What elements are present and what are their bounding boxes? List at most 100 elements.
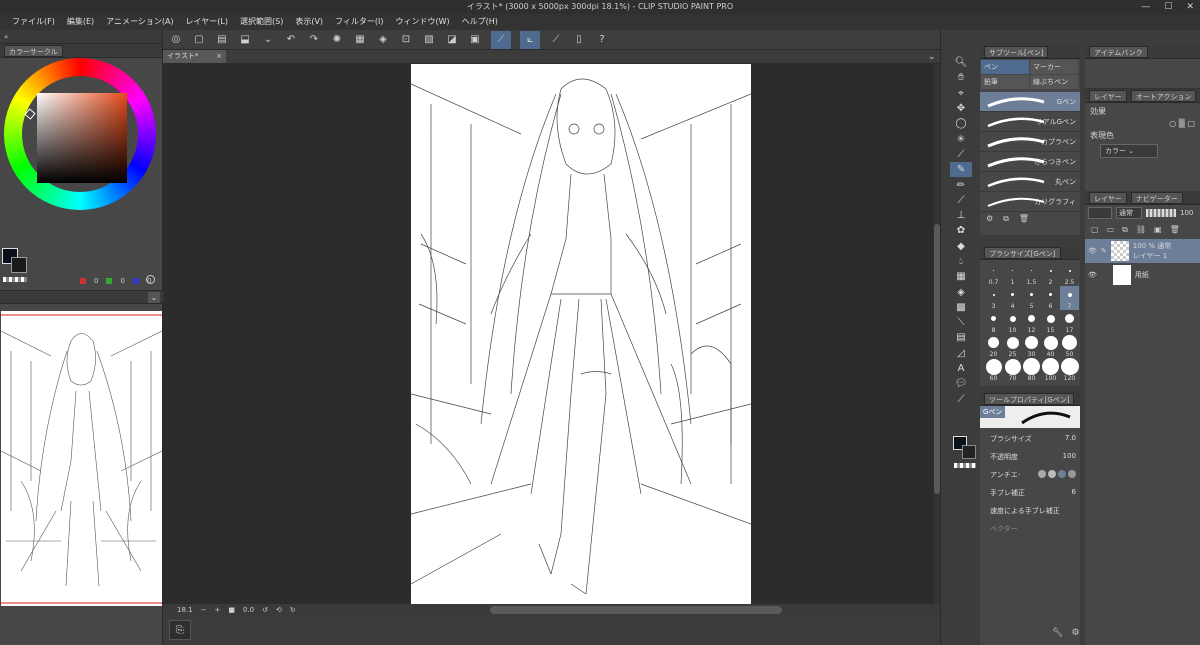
zoom-out-icon[interactable]: − [201, 606, 207, 614]
expression-color-select[interactable]: カラー ⌄ [1100, 144, 1158, 158]
size-preset[interactable]: 40 [1041, 334, 1060, 358]
size-preset[interactable]: 1 [1003, 262, 1022, 286]
frame-icon[interactable]: ▤ [950, 330, 972, 345]
document-tab[interactable]: イラスト* × [163, 50, 226, 63]
tab-close-icon[interactable]: × [216, 50, 222, 63]
eye-icon[interactable]: 👁︎ [1088, 247, 1097, 255]
saturation-value-square[interactable] [37, 93, 127, 183]
group-pen[interactable]: ペン [981, 60, 1029, 74]
layer-color-select[interactable] [1088, 207, 1112, 219]
navigator-preview[interactable] [1, 311, 162, 606]
size-preset[interactable]: 2 [1041, 262, 1060, 286]
transparent-swatch[interactable] [3, 277, 27, 282]
size-preset[interactable]: 20 [984, 334, 1003, 358]
size-preset[interactable]: 30 [1022, 334, 1041, 358]
fill-icon[interactable]: ◈ [376, 33, 390, 47]
redo-icon[interactable]: ↷ [307, 33, 321, 47]
tab-layer-property[interactable]: レイヤー [1089, 89, 1127, 102]
tool-transparent-swatch[interactable] [954, 463, 976, 468]
size-preset[interactable]: 25 [1003, 334, 1022, 358]
menu-edit[interactable]: 編集(E) [61, 14, 100, 30]
pen-lock-icon[interactable]: ✎ [1101, 247, 1107, 255]
eraser-icon[interactable]: ◆ [950, 239, 972, 254]
wrench-icon[interactable]: 🔧︎ [1052, 628, 1063, 638]
brush-size-row[interactable]: ブラシサイズ 7.0 [990, 434, 1076, 452]
pencil-icon[interactable]: ✏ [950, 177, 972, 192]
figure-icon[interactable]: ⟍ [950, 315, 972, 330]
tool-sub-color[interactable] [962, 445, 976, 459]
size-preset[interactable]: 6 [1041, 286, 1060, 310]
ruler-icon[interactable]: ◿ [950, 346, 972, 361]
size-preset[interactable]: 12 [1022, 310, 1041, 334]
angle-value[interactable]: 0.0 [243, 606, 254, 614]
menu-layer[interactable]: レイヤー(L) [180, 14, 234, 30]
device-icon[interactable]: ▯ [572, 33, 586, 47]
subtool-settings-icon[interactable]: ⚙ [986, 214, 993, 224]
stabilization-row[interactable]: 手ブレ補正 6 [990, 488, 1076, 506]
zoom-value[interactable]: 18.1 [177, 606, 193, 614]
blend-mode-select[interactable]: 通常 [1116, 207, 1142, 219]
collapse-icon[interactable]: « [4, 33, 8, 41]
deselect-icon[interactable]: ▧ [422, 33, 436, 47]
vector-row[interactable]: ベクター [990, 524, 1076, 542]
size-preset-selected[interactable]: 7 [1060, 286, 1079, 310]
blend-icon[interactable]: 💧︎ [950, 254, 972, 269]
brush-item-calligraphy[interactable]: カリグラフィ [980, 192, 1080, 212]
new-folder-icon[interactable]: ▭ [1107, 225, 1115, 235]
tab-auto-action[interactable]: オートアクション [1130, 89, 1197, 102]
delete-icon[interactable]: 🗑︎ [1019, 214, 1029, 224]
menu-window[interactable]: ウィンドウ(W) [390, 14, 456, 30]
move-icon[interactable]: ✥ [950, 101, 972, 116]
brush-item-round-pen[interactable]: 丸ペン [980, 172, 1080, 192]
gradient-icon[interactable]: ▩ [950, 300, 972, 315]
selection-border-icon[interactable]: ▣ [468, 33, 482, 47]
brush-item-g-pen[interactable]: Gペン [980, 92, 1080, 112]
new-file-icon[interactable]: ▢ [192, 33, 206, 47]
hand-icon[interactable]: ✋︎ [950, 70, 972, 85]
correct-line-icon[interactable]: ⟋ [950, 392, 972, 407]
link-icon[interactable]: ⛓︎ [1136, 225, 1146, 235]
group-pencil[interactable]: 鉛筆 [981, 75, 1029, 89]
menu-filter[interactable]: フィルター(I) [329, 14, 389, 30]
rotate-right-icon[interactable]: ↻ [290, 606, 296, 614]
size-preset[interactable]: 4 [1003, 286, 1022, 310]
size-preset[interactable]: 100 [1041, 358, 1060, 382]
menu-help[interactable]: ヘルプ(H) [456, 14, 504, 30]
eyedropper-icon[interactable]: ⟋ [950, 147, 972, 162]
sub-color-swatch[interactable] [11, 257, 27, 273]
trash-icon[interactable]: 🗑︎ [1170, 225, 1180, 235]
pen-icon[interactable]: ✎ [950, 162, 972, 178]
horizontal-scrollbar[interactable] [490, 606, 782, 614]
layer-row-2[interactable]: 👁︎ 用紙 [1085, 263, 1200, 287]
duplicate-icon[interactable]: ⧉ [1003, 214, 1009, 224]
size-preset[interactable]: 2.5 [1060, 262, 1079, 286]
rotate-reset-icon[interactable]: ⟲ [276, 606, 282, 614]
tab-layer[interactable]: レイヤー [1089, 191, 1127, 204]
airbrush-icon[interactable]: ⊥ [950, 208, 972, 223]
size-preset[interactable]: 3 [984, 286, 1003, 310]
clip-icon[interactable]: ▣ [1154, 225, 1162, 235]
chevron-down-icon[interactable]: ⌄ [261, 33, 275, 47]
menu-animation[interactable]: アニメーション(A) [100, 14, 179, 30]
antialias-row[interactable]: アンチエイリアス [990, 470, 1076, 488]
color-mode-icon[interactable] [146, 275, 155, 284]
tab-navigator[interactable]: ナビゲーター [1130, 191, 1183, 204]
size-preset[interactable]: 50 [1060, 334, 1079, 358]
effect-icons[interactable]: ○ ▒ ▢ [1090, 119, 1195, 128]
fit-icon[interactable]: ■ [228, 606, 235, 614]
speed-stabilization-row[interactable]: 速度による手ブレ補正 [990, 506, 1076, 524]
loading-icon[interactable]: ✺ [330, 33, 344, 47]
group-marker[interactable]: マーカー [1030, 60, 1078, 74]
fill-tool-icon[interactable]: ▦ [950, 269, 972, 284]
size-preset[interactable]: 0.7 [984, 262, 1003, 286]
size-preset[interactable]: 1.5 [1022, 262, 1041, 286]
magic-wand-icon[interactable]: ✳ [950, 131, 972, 146]
operation-icon[interactable]: ⌖ [950, 86, 972, 101]
brush-item-real-g-pen[interactable]: リアルGペン [980, 112, 1080, 132]
settings-icon[interactable]: ⚙ [1071, 628, 1079, 638]
tab-menu-icon[interactable]: ⌄ [928, 52, 936, 62]
size-preset[interactable]: 8 [984, 310, 1003, 334]
maximize-icon[interactable]: ☐ [1164, 0, 1172, 14]
snap-special-ruler-icon[interactable]: ⟀ [520, 30, 540, 49]
save-icon[interactable]: ⬓ [238, 33, 252, 47]
